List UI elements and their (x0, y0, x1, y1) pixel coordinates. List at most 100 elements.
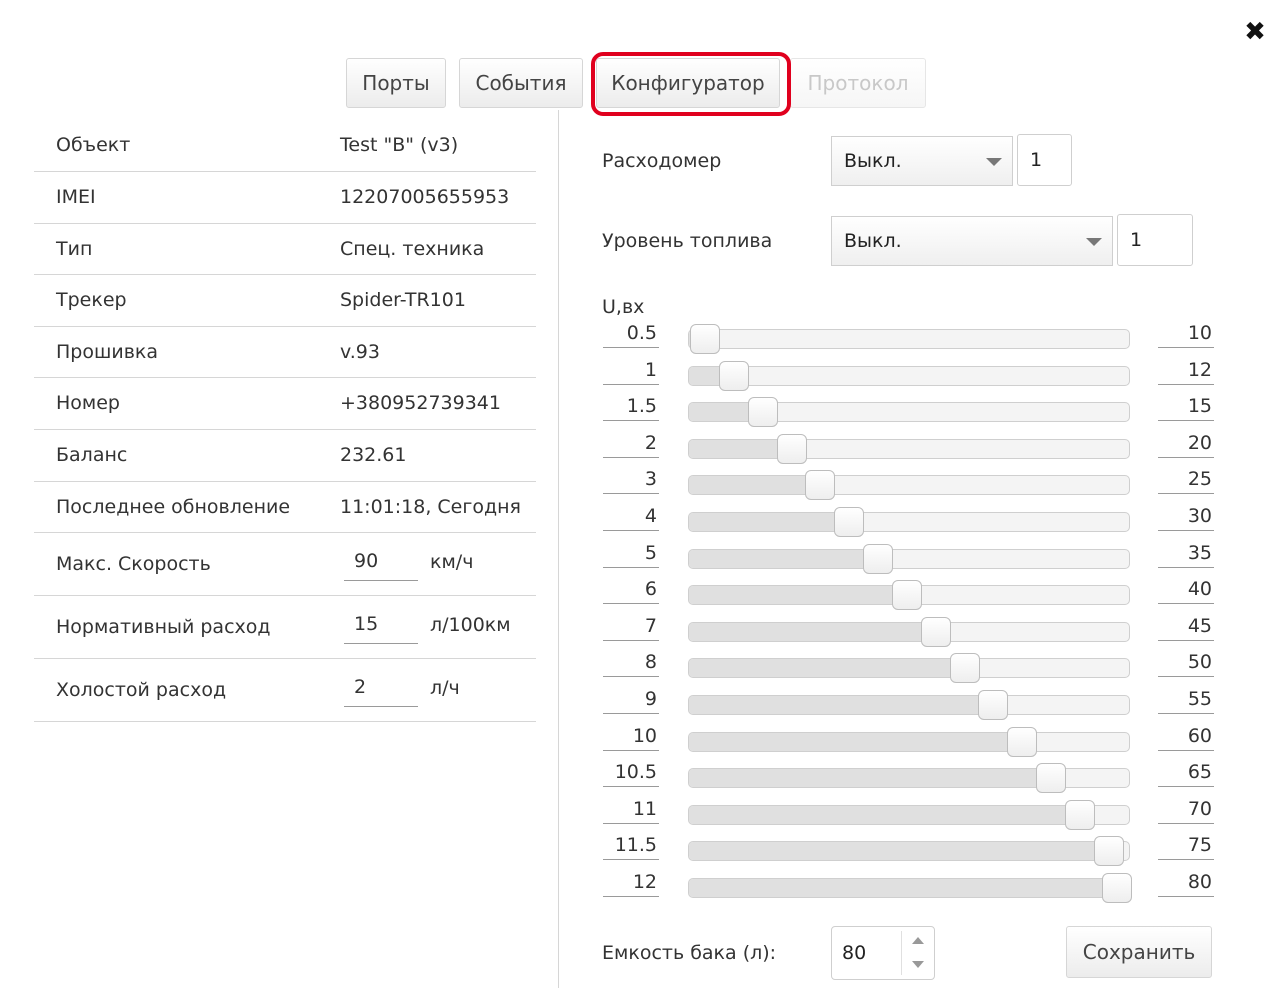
info-row-idle-consumption: Холостой расход л/ч (34, 659, 536, 722)
info-label: Нормативный расход (56, 616, 271, 638)
slider-thumb[interactable] (690, 324, 720, 354)
chevron-down-icon (986, 158, 1002, 166)
slider-right-value: 15 (1158, 391, 1214, 422)
tab-protocol: Протокол (790, 58, 926, 108)
slider-track[interactable] (688, 836, 1130, 867)
slider-thumb[interactable] (891, 580, 922, 611)
save-button[interactable]: Сохранить (1066, 926, 1212, 978)
info-label: Номер (56, 392, 120, 414)
slider-track[interactable] (688, 653, 1130, 684)
slider-thumb[interactable] (718, 360, 749, 391)
tab-configurator[interactable]: Конфигуратор (596, 58, 780, 108)
flowmeter-selected: Выкл. (844, 150, 902, 172)
slider-fill (689, 805, 1079, 824)
slider-track[interactable] (688, 507, 1130, 537)
info-label: Тип (56, 238, 93, 260)
slider-track[interactable] (688, 690, 1130, 720)
slider-fill (689, 879, 1116, 897)
slider-fill (689, 549, 878, 568)
stepper-up-icon[interactable] (904, 929, 932, 953)
slider-thumb[interactable] (834, 507, 865, 537)
fuel-level-value-input[interactable]: 1 (1117, 214, 1193, 266)
tab-ports[interactable]: Порты (346, 58, 446, 108)
slider-right-value: 12 (1158, 355, 1214, 385)
fuel-level-selected: Выкл. (844, 230, 902, 252)
info-label: Холостой расход (56, 679, 227, 701)
slider-fill (689, 513, 849, 531)
panel-divider (558, 110, 559, 988)
info-value: 11:01:18, Сегодня (340, 496, 521, 518)
slider-left-value: 11.5 (603, 830, 659, 861)
slider-track[interactable] (688, 799, 1130, 830)
slider-thumb[interactable] (949, 653, 980, 684)
tab-events[interactable]: События (459, 58, 583, 108)
slider-track[interactable] (688, 726, 1130, 757)
info-label: Баланс (56, 444, 128, 466)
slider-right-value: 40 (1158, 574, 1214, 605)
slider-fill (689, 769, 1051, 788)
info-row-max-speed: Макс. Скорость км/ч (34, 533, 536, 596)
info-unit: л/ч (430, 677, 460, 699)
info-row-firmware: Прошивка v.93 (34, 327, 536, 378)
flowmeter-value-input[interactable]: 1 (1017, 134, 1072, 186)
slider-track[interactable] (688, 433, 1130, 464)
max-speed-input[interactable] (344, 541, 418, 581)
slider-fill (689, 622, 935, 641)
slider-right-value: 80 (1158, 867, 1214, 897)
close-icon[interactable]: ✖ (1243, 18, 1267, 46)
slider-thumb[interactable] (978, 690, 1009, 720)
info-value: 232.61 (340, 444, 407, 466)
info-label: Последнее обновление (56, 496, 291, 518)
slider-track[interactable] (688, 543, 1130, 574)
slider-track[interactable] (688, 360, 1130, 391)
slider-right-value: 25 (1158, 464, 1214, 495)
slider-right-value: 20 (1158, 428, 1214, 458)
slider-track[interactable] (688, 763, 1130, 794)
slider-track[interactable] (688, 397, 1130, 428)
slider-track[interactable] (688, 470, 1130, 501)
info-value: Spider-TR101 (340, 289, 466, 311)
info-label: Объект (56, 134, 131, 156)
slider-fill (689, 586, 906, 605)
slider-thumb[interactable] (747, 397, 778, 428)
slider-thumb[interactable] (1093, 836, 1124, 867)
slider-track[interactable] (688, 580, 1130, 611)
slider-thumb[interactable] (863, 543, 894, 574)
tank-capacity-label: Емкость бака (л): (602, 942, 777, 964)
voltage-title: U,вх (602, 296, 645, 318)
slider-right-value: 75 (1158, 830, 1214, 861)
slider-left-value: 10 (603, 721, 659, 751)
slider-track[interactable] (688, 873, 1132, 903)
slider-track[interactable] (688, 324, 1130, 354)
norm-consumption-input[interactable] (344, 604, 418, 644)
slider-right-value: 55 (1158, 684, 1214, 714)
idle-consumption-input[interactable] (344, 667, 418, 707)
info-value: Test "B" (v3) (340, 134, 459, 156)
slider-thumb[interactable] (805, 470, 836, 501)
info-label: Прошивка (56, 341, 159, 363)
stepper-down-icon[interactable] (904, 953, 932, 977)
slider-left-value: 12 (603, 867, 659, 897)
slider-track[interactable] (688, 616, 1130, 647)
slider-thumb[interactable] (776, 433, 807, 464)
info-label: IMEI (56, 186, 96, 208)
flowmeter-select[interactable]: Выкл. (831, 136, 1013, 186)
slider-thumb[interactable] (1007, 726, 1038, 757)
slider-thumb[interactable] (1036, 763, 1067, 794)
tank-capacity-value: 80 (842, 942, 867, 964)
info-row-number: Номер +380952739341 (34, 378, 536, 430)
slider-thumb[interactable] (920, 616, 951, 647)
slider-left-value: 10.5 (603, 757, 659, 788)
fuel-level-select[interactable]: Выкл. (831, 216, 1113, 266)
flowmeter-label: Расходомер (602, 150, 722, 172)
info-value: +380952739341 (340, 392, 501, 414)
slider-thumb[interactable] (1064, 799, 1095, 830)
info-unit: л/100км (430, 614, 511, 636)
tank-capacity-stepper[interactable]: 80 (831, 926, 935, 980)
stepper-divider (901, 931, 902, 975)
slider-left-value: 1.5 (603, 391, 659, 422)
slider-thumb[interactable] (1102, 873, 1132, 903)
info-value: v.93 (340, 341, 380, 363)
slider-right-value: 70 (1158, 794, 1214, 824)
info-row-norm-consumption: Нормативный расход л/100км (34, 596, 536, 659)
